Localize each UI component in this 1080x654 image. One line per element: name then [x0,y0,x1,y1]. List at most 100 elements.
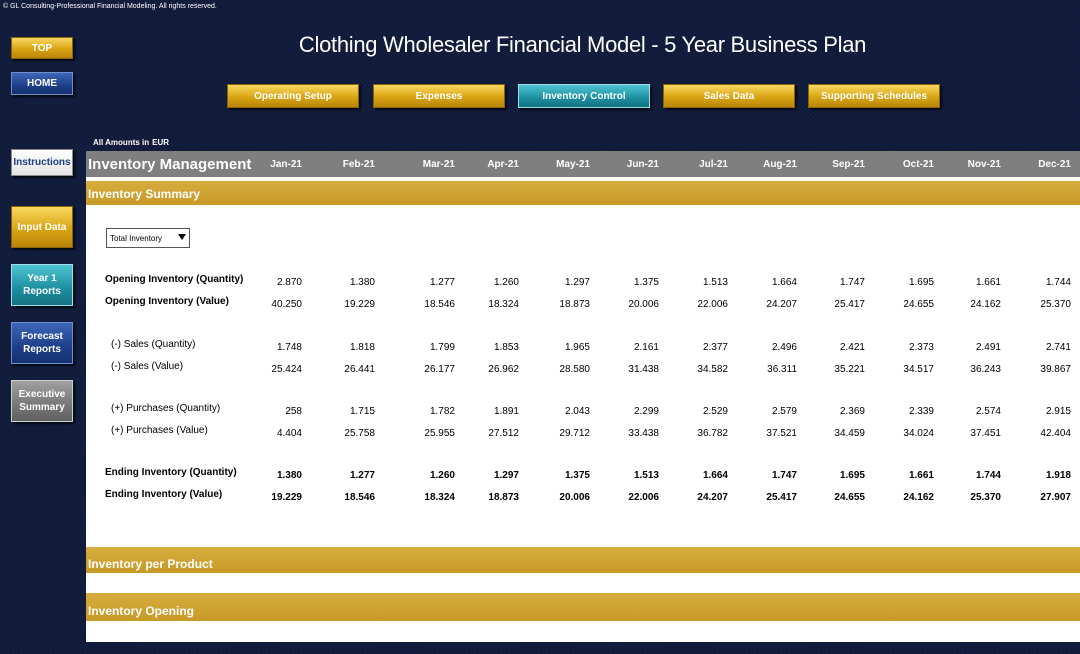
table-cell: 1.695 [908,277,934,288]
table-cell: 40.250 [271,299,302,310]
amounts-label: All Amounts in [93,138,150,147]
table-cell: 24.162 [970,299,1001,310]
table-cell: 39.867 [1040,364,1071,375]
expenses-button[interactable]: Expenses [373,84,505,108]
table-cell: 28.580 [559,364,590,375]
table-cell: 27.512 [488,428,519,439]
table-cell: 1.375 [633,277,659,288]
currency-label: EUR [152,138,170,147]
row-label: Ending Inventory (Quantity) [105,467,237,478]
table-cell: 36.782 [697,428,728,439]
input-data-button[interactable]: Input Data [11,206,73,248]
table-cell: 29.712 [559,428,590,439]
table-cell: 26.177 [424,364,455,375]
month-header: Dec-21 [1038,159,1071,170]
row-label: Ending Inventory (Value) [105,489,223,500]
section-inventory-opening: Inventory Opening [86,593,1080,621]
table-cell: 24.655 [834,492,865,503]
table-cell: 1.664 [702,470,728,481]
table-cell: 1.799 [429,342,455,353]
month-header: Aug-21 [763,159,797,170]
table-cell: 1.260 [429,470,455,481]
table-cell: 2.339 [908,406,934,417]
table-cell: 34.582 [697,364,728,375]
section-inventory-summary: Inventory Summary [86,181,1080,205]
row-label: Opening Inventory (Quantity) [105,274,244,285]
table-cell: 42.404 [1040,428,1071,439]
table-cell: 18.324 [424,492,455,503]
table-cell: 1.260 [493,277,519,288]
table-cell: 1.661 [908,470,934,481]
table-cell: 34.459 [834,428,865,439]
table-cell: 18.873 [488,492,519,503]
table-cell: 26.962 [488,364,519,375]
table-cell: 25.370 [1040,299,1071,310]
page-title: Clothing Wholesaler Financial Model - 5 … [298,32,867,57]
table-cell: 1.891 [493,406,519,417]
table-cell: 2.529 [702,406,728,417]
table-cell: 258 [285,406,302,417]
table-cell: 2.299 [633,406,659,417]
home-button[interactable]: HOME [11,72,73,95]
table-cell: 33.438 [628,428,659,439]
table-cell: 2.043 [564,406,590,417]
table-cell: 25.758 [344,428,375,439]
amounts-note: All Amounts in EUR [93,138,169,147]
table-cell: 1.918 [1045,470,1071,481]
table-cell: 36.311 [767,364,797,375]
table-cell: 18.873 [559,299,590,310]
month-header: Jan-21 [270,159,302,170]
top-button[interactable]: TOP [11,37,73,59]
month-header: Sep-21 [832,159,865,170]
operating-setup-button[interactable]: Operating Setup [227,84,359,108]
instructions-button[interactable]: Instructions [11,149,73,176]
sheet-header-title: Inventory Management [88,156,252,173]
month-header: Mar-21 [422,159,455,170]
table-cell: 35.221 [834,364,865,375]
executive-summary-button[interactable]: Executive Summary [11,380,73,422]
table-cell: 1.747 [771,470,797,481]
table-cell: 24.207 [697,492,728,503]
table-cell: 2.741 [1045,342,1071,353]
table-cell: 18.546 [424,299,455,310]
table-cell: 2.369 [839,406,865,417]
year1-reports-button[interactable]: Year 1 Reports [11,264,73,306]
supporting-schedules-button[interactable]: Supporting Schedules [808,84,940,108]
table-cell: 1.744 [1045,277,1071,288]
table-cell: 25.370 [970,492,1001,503]
month-header: Nov-21 [967,159,1001,170]
table-cell: 1.661 [975,277,1001,288]
table-cell: 1.513 [633,470,659,481]
row-label: (+) Purchases (Quantity) [111,403,221,414]
table-cell: 25.424 [271,364,302,375]
month-header: Apr-21 [487,159,519,170]
inventory-selector-dropdown[interactable]: Total Inventory [106,228,190,248]
table-cell: 2.491 [975,342,1001,353]
row-label: Opening Inventory (Value) [105,296,229,307]
table-cell: 19.229 [271,492,302,503]
inventory-control-button[interactable]: Inventory Control [518,84,650,108]
table-cell: 2.574 [975,406,1001,417]
table-cell: 1.818 [349,342,375,353]
month-header: May-21 [556,159,590,170]
inventory-sheet: Inventory Management Jan-21 Feb-21 Mar-21 A… [86,151,1080,642]
table-cell: 25.955 [424,428,455,439]
table-cell: 24.207 [766,299,797,310]
table-cell: 20.006 [628,299,659,310]
table-cell: 1.277 [429,277,455,288]
month-header: Oct-21 [902,159,934,170]
dropdown-arrow-icon[interactable] [178,234,186,240]
row-label: (+) Purchases (Value) [111,425,208,436]
table-cell: 1.965 [564,342,590,353]
table-cell: 1.782 [429,406,455,417]
table-cell: 20.006 [559,492,590,503]
table-cell: 2.373 [908,342,934,353]
sales-data-button[interactable]: Sales Data [663,84,795,108]
table-cell: 2.496 [771,342,797,353]
forecast-reports-button[interactable]: Forecast Reports [11,322,73,364]
table-cell: 1.375 [564,470,590,481]
table-cell: 34.517 [903,364,934,375]
table-cell: 34.024 [903,428,934,439]
table-cell: 1.748 [276,342,302,353]
table-cell: 36.243 [970,364,1001,375]
